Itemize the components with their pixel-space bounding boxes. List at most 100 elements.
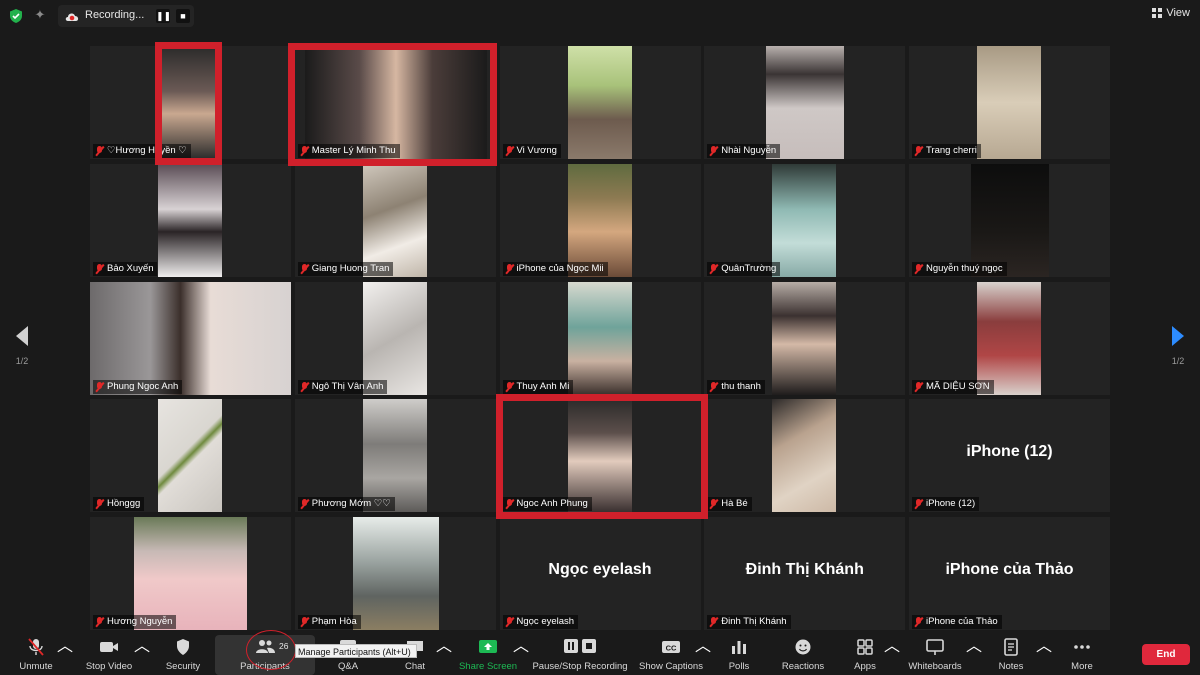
participant-name-label: Giang Huong Tran xyxy=(297,261,394,276)
ellipsis-icon xyxy=(1074,645,1090,649)
end-meeting-button[interactable]: End xyxy=(1142,644,1190,665)
participant-name-label: iPhone (12) xyxy=(912,497,980,512)
participant-name-label: Master Lý Minh Thu xyxy=(297,144,400,158)
participant-video xyxy=(362,399,427,513)
participant-tile[interactable]: QuânTrường xyxy=(704,163,906,277)
participant-tile[interactable]: Bảo Xuyến xyxy=(90,163,291,277)
participant-tile[interactable]: Trang cherri xyxy=(909,46,1110,159)
participant-tile[interactable]: MÃ DIỆU SƠN xyxy=(909,281,1110,395)
participant-tile[interactable]: ♡Hương Huyền ♡ xyxy=(90,46,291,159)
security-button[interactable]: Security xyxy=(160,632,206,675)
mic-muted-icon xyxy=(28,638,44,656)
next-page-button[interactable]: 1/2 xyxy=(1164,326,1192,366)
participant-tile[interactable]: iPhone của Thảo iPhone của Thảo xyxy=(909,517,1110,630)
whiteboards-options-caret[interactable]: ︿ xyxy=(966,632,982,675)
participant-tile[interactable]: Hồnggg xyxy=(90,399,291,513)
participant-tile[interactable]: Thuy Anh Mi xyxy=(499,281,701,395)
apps-label: Apps xyxy=(854,661,876,672)
participant-tile[interactable]: Ngọc eyelash Ngọc eyelash xyxy=(499,517,701,630)
pause-recording-button[interactable]: ❚❚ xyxy=(156,9,171,23)
captions-options-caret[interactable]: ︿ xyxy=(695,632,711,675)
polls-button[interactable]: Polls xyxy=(720,632,758,675)
mic-muted-icon xyxy=(300,381,309,392)
participant-tile[interactable]: Phương Mớm ♡♡ xyxy=(294,399,496,513)
cc-icon: CC xyxy=(662,641,680,653)
more-button[interactable]: More xyxy=(1064,632,1100,675)
meeting-toolbar: Unmute ︿ Stop Video ︿ Security Participa… xyxy=(0,632,1200,675)
share-screen-button[interactable]: Share Screen xyxy=(456,632,520,675)
participant-tile[interactable]: Phạm Hòa xyxy=(294,517,496,630)
mic-muted-icon xyxy=(709,617,718,627)
participant-display-name: iPhone của Thảo xyxy=(945,561,1074,578)
notes-options-caret[interactable]: ︿ xyxy=(1036,632,1052,675)
pause-stop-recording-button[interactable]: Pause/Stop Recording xyxy=(530,632,630,675)
participant-tile[interactable]: Hương Nguyễn xyxy=(90,517,291,630)
view-button[interactable]: View xyxy=(1152,7,1190,19)
participant-tile[interactable]: iPhone (12) iPhone (12) xyxy=(909,399,1110,513)
share-screen-label: Share Screen xyxy=(458,661,518,672)
mic-muted-icon xyxy=(709,146,718,156)
audio-options-caret[interactable]: ︿ xyxy=(57,632,73,675)
video-options-caret[interactable]: ︿ xyxy=(134,632,150,675)
participant-name-label: Ngô Thị Vân Anh xyxy=(297,379,388,394)
share-screen-icon xyxy=(479,640,497,653)
participant-tile[interactable]: iPhone của Ngọc Mii xyxy=(499,163,701,277)
participant-video xyxy=(772,163,837,277)
previous-page-button[interactable]: 1/2 xyxy=(8,326,36,366)
participant-tile[interactable]: Ngoc Anh Phung xyxy=(499,399,701,513)
zoom-meeting-window: ✦ Recording... ❚❚ ■ View 1/2 1/2 ♡Hương … xyxy=(0,0,1200,675)
whiteboards-button[interactable]: Whiteboards xyxy=(904,632,966,675)
participant-tile[interactable]: Nhài Nguyễn xyxy=(704,46,906,159)
participant-name-label: Phương Mớm ♡♡ xyxy=(297,497,395,512)
shield-icon[interactable] xyxy=(8,8,24,24)
page-indicator-right: 1/2 xyxy=(1171,356,1185,366)
share-options-caret[interactable]: ︿ xyxy=(513,632,529,675)
smiley-icon xyxy=(795,639,811,655)
bar-chart-icon xyxy=(732,641,746,654)
stop-recording-button[interactable]: ■ xyxy=(176,9,190,23)
mic-muted-icon xyxy=(709,381,718,392)
participant-name-label: thu thanh xyxy=(707,379,765,394)
ai-companion-icon[interactable]: ✦ xyxy=(32,7,48,23)
participant-tile[interactable]: Nguyễn thuý ngọc xyxy=(909,163,1110,277)
apps-button[interactable]: Apps xyxy=(848,632,882,675)
mic-muted-icon xyxy=(709,499,718,509)
participant-name-label: QuânTrường xyxy=(707,261,781,276)
notes-button[interactable]: Notes xyxy=(994,632,1028,675)
participant-tile[interactable]: Phung Ngoc Anh xyxy=(90,281,291,395)
mic-muted-icon xyxy=(300,499,309,509)
apps-options-caret[interactable]: ︿ xyxy=(884,632,900,675)
participant-video xyxy=(977,281,1041,395)
mic-muted-icon xyxy=(505,146,514,156)
participant-tile[interactable]: Vi Vương xyxy=(499,46,701,159)
stop-video-button[interactable]: Stop Video xyxy=(82,632,136,675)
unmute-button[interactable]: Unmute xyxy=(10,632,62,675)
participant-name-label: Đinh Thị Khánh xyxy=(707,615,791,629)
mic-muted-icon xyxy=(505,499,514,509)
participant-tile[interactable]: Master Lý Minh Thu xyxy=(294,46,496,159)
participant-display-name: Đinh Thị Khánh xyxy=(745,561,864,578)
participant-video xyxy=(134,517,247,630)
chat-label: Chat xyxy=(404,661,426,672)
participant-video xyxy=(304,46,487,159)
participant-tile[interactable]: Đinh Thị Khánh Đinh Thị Khánh xyxy=(704,517,906,630)
participant-video xyxy=(567,163,632,277)
pause-stop-icon xyxy=(564,639,596,653)
apps-icon xyxy=(857,639,873,655)
participant-name-label: Bảo Xuyến xyxy=(93,261,158,276)
whiteboard-icon xyxy=(926,639,944,655)
participant-display-name: Ngọc eyelash xyxy=(548,561,652,578)
mic-muted-icon xyxy=(914,146,923,156)
participant-video xyxy=(158,163,222,277)
whiteboards-label: Whiteboards xyxy=(908,661,962,672)
participant-tile[interactable]: Hà Bé xyxy=(704,399,906,513)
more-label: More xyxy=(1071,661,1093,672)
reactions-button[interactable]: Reactions xyxy=(778,632,828,675)
security-label: Security xyxy=(165,661,201,672)
video-camera-icon xyxy=(100,642,118,652)
participant-tile[interactable]: Giang Huong Tran xyxy=(294,163,496,277)
participant-tile[interactable]: thu thanh xyxy=(704,281,906,395)
participant-video xyxy=(766,46,845,159)
chat-options-caret[interactable]: ︿ xyxy=(436,632,452,675)
participant-tile[interactable]: Ngô Thị Vân Anh xyxy=(294,281,496,395)
